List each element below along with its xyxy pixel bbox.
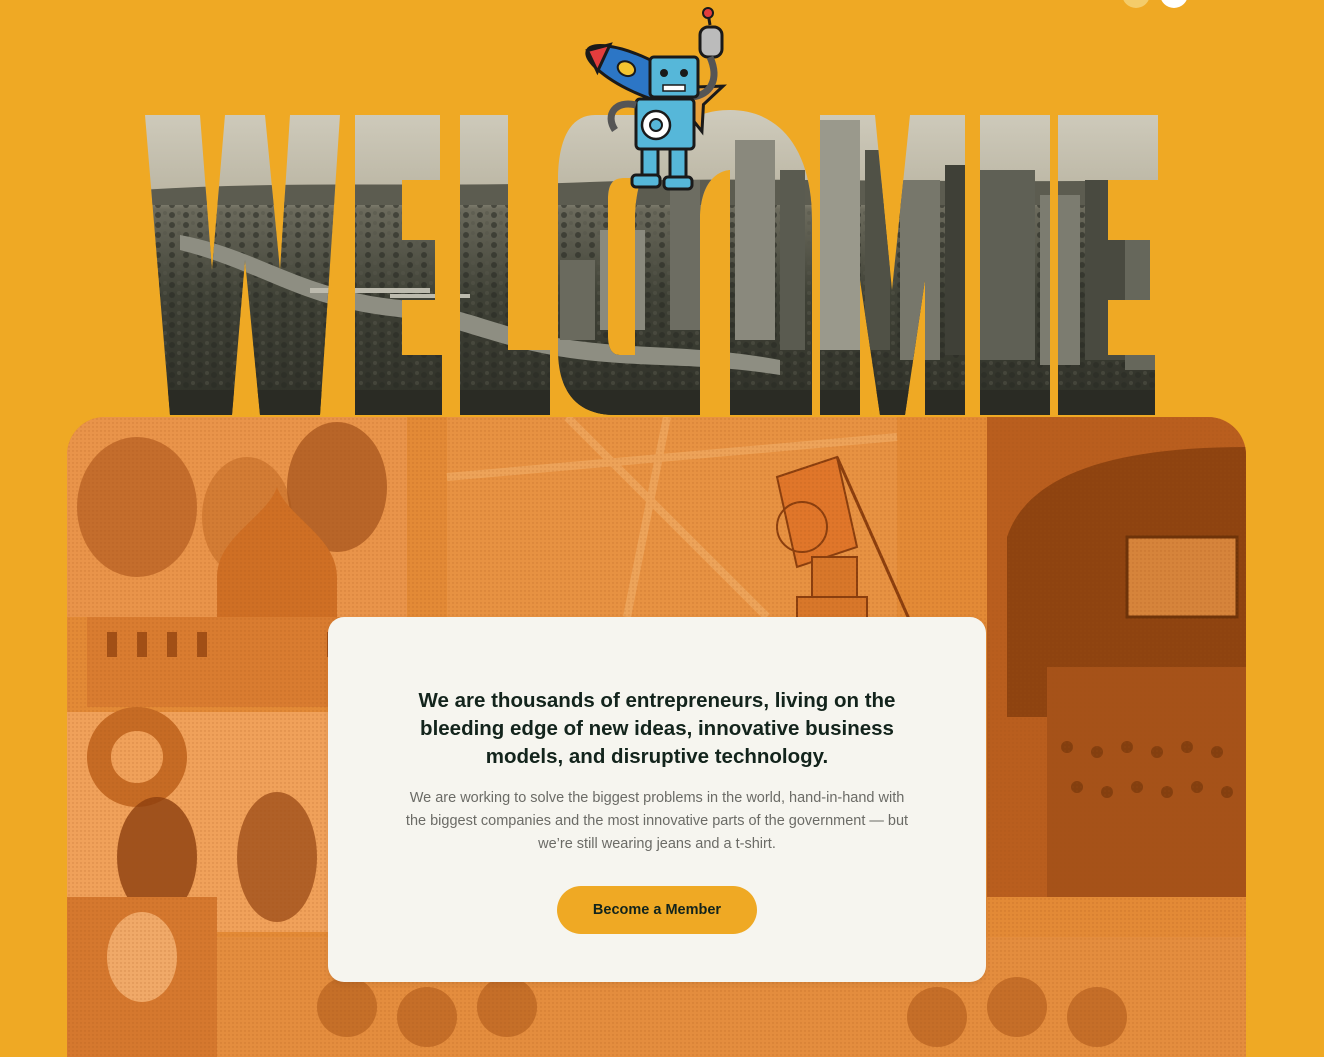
top-social-icons — [1122, 0, 1188, 8]
rocket-robot-mascot — [570, 5, 750, 200]
card-body: We are working to solve the biggest prob… — [405, 790, 909, 852]
social-icon[interactable] — [1122, 0, 1150, 8]
become-member-button[interactable]: Become a Member — [557, 886, 757, 934]
social-icon[interactable] — [1160, 0, 1188, 8]
intro-card: We are thousands of entrepreneurs, livin… — [328, 617, 986, 982]
card-title: We are thousands of entrepreneurs, livin… — [418, 689, 896, 768]
